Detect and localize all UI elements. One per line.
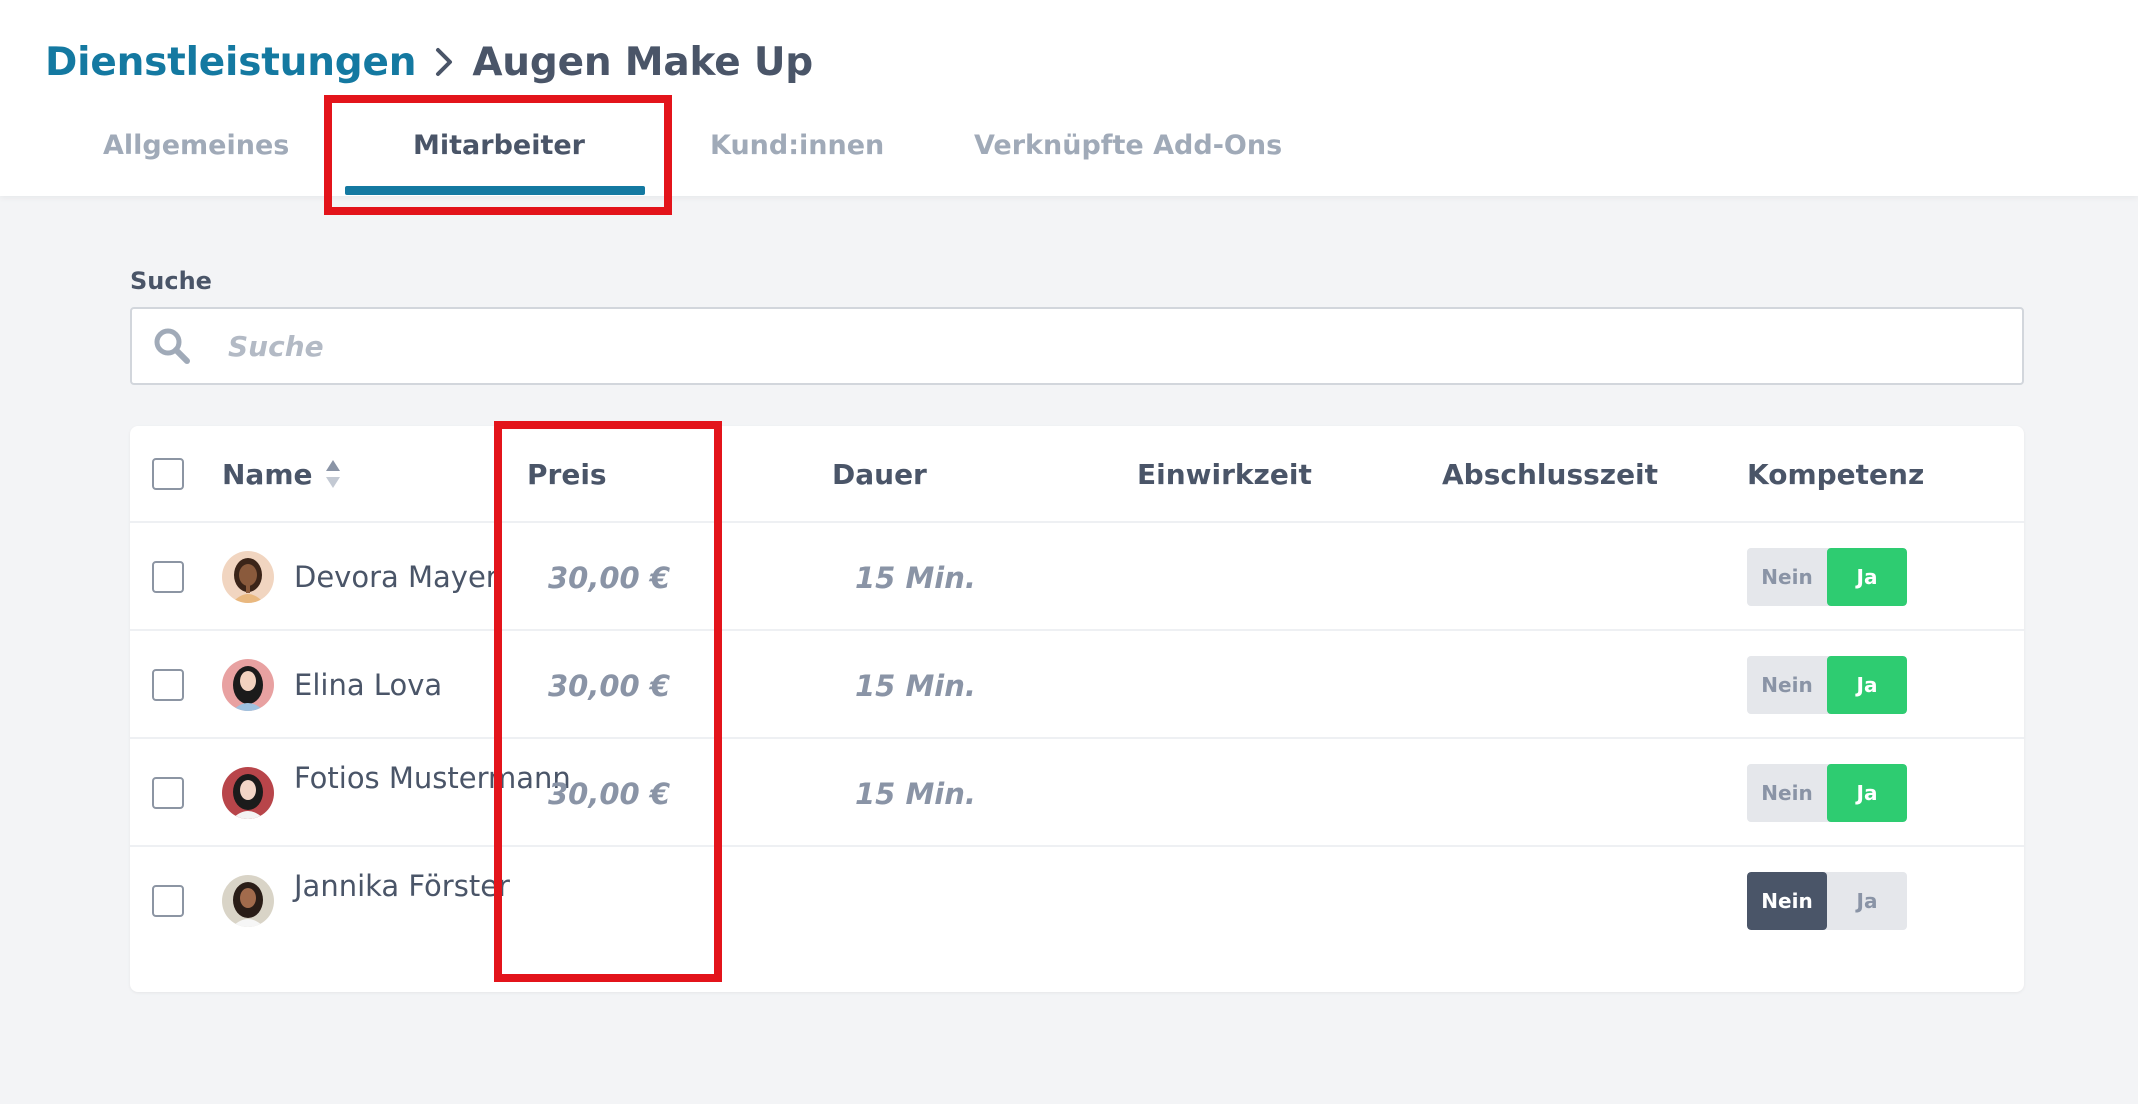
duration-value: 15 Min. (855, 777, 976, 811)
search-icon (152, 326, 192, 366)
toggle-option-nein[interactable]: Nein (1747, 764, 1827, 822)
select-all-checkbox[interactable] (152, 458, 184, 490)
avatar (222, 875, 274, 927)
avatar (222, 767, 274, 819)
competence-toggle: Nein Ja (1747, 764, 1907, 822)
tab-kundinnen[interactable]: Kund:innen (710, 130, 884, 180)
active-tab-indicator (345, 186, 645, 195)
toggle-option-ja[interactable]: Ja (1827, 656, 1907, 714)
employee-name: Devora Mayer (294, 560, 498, 594)
employee-name: Fotios Mustermann (294, 761, 571, 795)
table-row: Fotios Mustermann 30,00 € 15 Min. Nein J… (130, 739, 2024, 847)
price-value: 30,00 € (548, 669, 671, 703)
sort-icon[interactable] (324, 458, 342, 490)
avatar (222, 551, 274, 603)
toggle-option-ja[interactable]: Ja (1827, 764, 1907, 822)
search-label: Suche (130, 267, 212, 295)
competence-toggle: Nein Ja (1747, 548, 1907, 606)
table-row: Devora Mayer 30,00 € 15 Min. Nein Ja (130, 523, 2024, 631)
column-header-preis: Preis (527, 458, 607, 491)
column-header-einwirkzeit: Einwirkzeit (1137, 458, 1312, 491)
employee-name: Elina Lova (294, 668, 443, 702)
toggle-option-ja[interactable]: Ja (1827, 872, 1907, 930)
table-header-row: Name Preis Dauer Einwirkzeit Abschlussze… (130, 426, 2024, 523)
price-value: 30,00 € (548, 561, 671, 595)
toggle-option-nein[interactable]: Nein (1747, 548, 1827, 606)
column-header-name[interactable]: Name (222, 458, 313, 491)
toggle-option-nein[interactable]: Nein (1747, 872, 1827, 930)
competence-toggle: Nein Ja (1747, 872, 1907, 930)
toggle-option-nein[interactable]: Nein (1747, 656, 1827, 714)
column-header-abschlusszeit: Abschlusszeit (1442, 458, 1659, 491)
chevron-right-icon (416, 42, 472, 82)
row-checkbox[interactable] (152, 777, 184, 809)
breadcrumb-link-dienstleistungen[interactable]: Dienstleistungen (45, 40, 417, 85)
row-checkbox[interactable] (152, 669, 184, 701)
tab-verknuepfte-add-ons[interactable]: Verknüpfte Add-Ons (974, 130, 1282, 180)
price-value: 30,00 € (548, 777, 671, 811)
toggle-option-ja[interactable]: Ja (1827, 548, 1907, 606)
employee-name: Jannika Förster (294, 869, 510, 903)
search-field (130, 307, 2024, 385)
avatar (222, 659, 274, 711)
page-header: Dienstleistungen Augen Make Up Allgemein… (0, 0, 2138, 196)
table-row: Jannika Förster Nein Ja (130, 847, 2024, 955)
column-header-dauer: Dauer (832, 458, 927, 491)
tab-allgemeines[interactable]: Allgemeines (103, 130, 289, 180)
employee-table: Name Preis Dauer Einwirkzeit Abschlussze… (130, 426, 2024, 992)
duration-value: 15 Min. (855, 561, 976, 595)
competence-toggle: Nein Ja (1747, 656, 1907, 714)
tab-mitarbeiter[interactable]: Mitarbeiter (413, 130, 585, 180)
row-checkbox[interactable] (152, 885, 184, 917)
duration-value: 15 Min. (855, 669, 976, 703)
column-header-kompetenz: Kompetenz (1747, 458, 1925, 491)
table-row: Elina Lova 30,00 € 15 Min. Nein Ja (130, 631, 2024, 739)
page-title: Augen Make Up (472, 39, 814, 85)
row-checkbox[interactable] (152, 561, 184, 593)
search-input[interactable] (228, 317, 1988, 375)
breadcrumb: Dienstleistungen Augen Make Up (45, 34, 813, 90)
